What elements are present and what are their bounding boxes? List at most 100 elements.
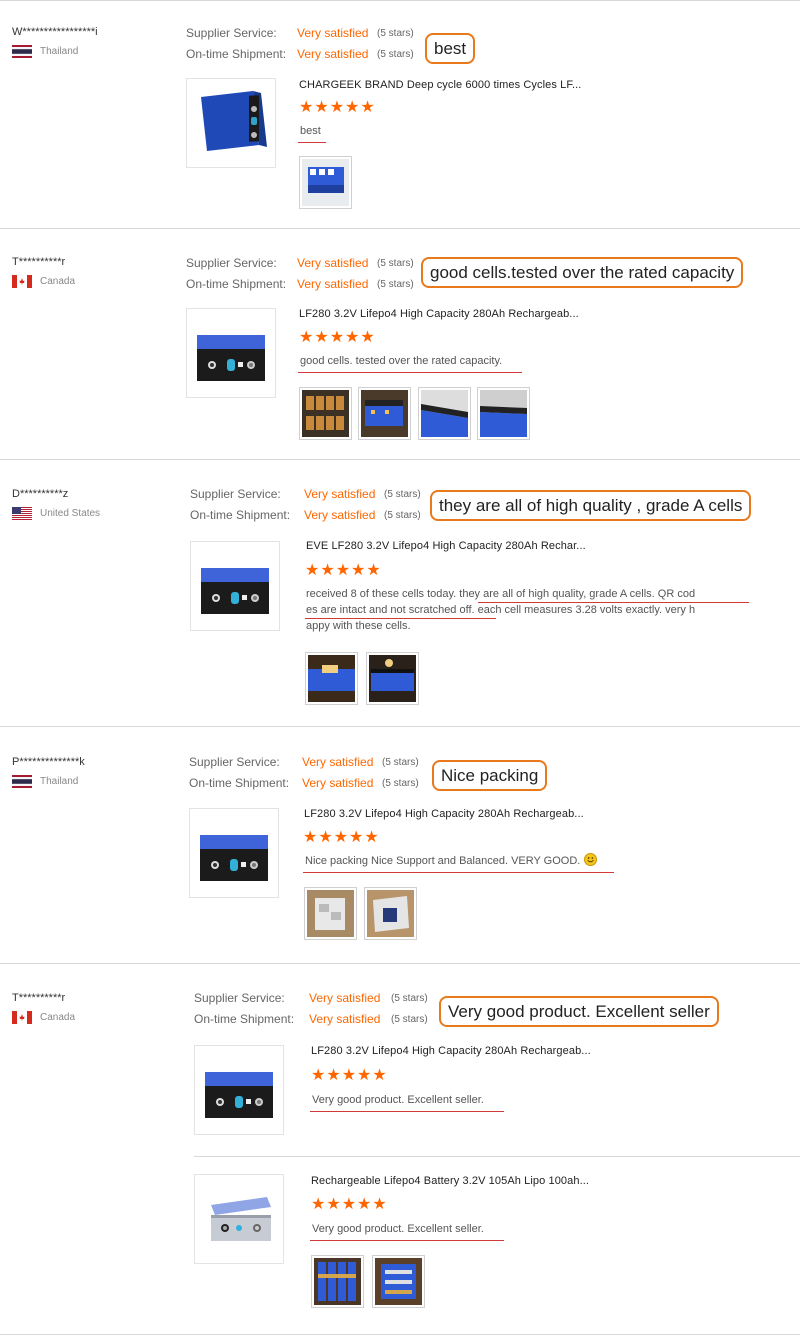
review-callout: they are all of high quality , grade A c…: [430, 490, 752, 521]
product-rating-stars: ★★★★★: [303, 829, 380, 846]
supplier-service-stars: (5 stars): [391, 993, 428, 1004]
ontime-shipment-stars: (5 stars): [382, 778, 419, 789]
product-thumbnail[interactable]: [189, 808, 279, 898]
service-ratings: Supplier Service: Very satisfied (5 stars)…: [190, 484, 421, 526]
reviewer-country: Thailand: [40, 46, 79, 57]
reviewer-name: D**********z: [12, 488, 69, 500]
product-thumbnail[interactable]: [194, 1174, 284, 1264]
review-photo[interactable]: [358, 387, 411, 440]
divider: [0, 726, 800, 727]
supplier-service-value: Very satisfied: [309, 991, 381, 1005]
comment-underline: [305, 618, 496, 619]
supplier-service-value: Very satisfied: [297, 256, 369, 270]
comment-underline: [298, 142, 326, 143]
ontime-shipment-value: Very satisfied: [309, 1012, 381, 1026]
reviewer-country: United States: [40, 508, 101, 519]
product-title[interactable]: LF280 3.2V Lifepo4 High Capacity 280Ah R…: [311, 1045, 591, 1057]
reviewer-info: D**********z United States: [12, 488, 100, 520]
reviewer-name: W*****************i: [12, 26, 98, 38]
reviewer-info: T**********r Canada: [12, 256, 75, 288]
usa-flag-icon: [12, 507, 32, 520]
ontime-shipment-label: On-time Shipment:: [190, 508, 291, 522]
review-photo[interactable]: [477, 387, 530, 440]
thailand-flag-icon: [12, 775, 32, 788]
review-photo[interactable]: [299, 387, 352, 440]
reviewer-info: W*****************i Thailand: [12, 26, 98, 58]
service-ratings: Supplier Service: Very satisfied (5 stars)…: [186, 23, 414, 65]
supplier-service-label: Supplier Service:: [190, 487, 281, 501]
review-comment: good cells. tested over the rated capaci…: [300, 355, 503, 367]
comment-underline: [478, 602, 749, 603]
supplier-service-stars: (5 stars): [384, 489, 421, 500]
ontime-shipment-value: Very satisfied: [302, 776, 374, 790]
ontime-shipment-value: Very satisfied: [297, 47, 369, 61]
ontime-shipment-label: On-time Shipment:: [186, 277, 287, 291]
product-title[interactable]: Rechargeable Lifepo4 Battery 3.2V 105Ah …: [311, 1175, 589, 1187]
supplier-service-value: Very satisfied: [302, 755, 374, 769]
product-thumbnail[interactable]: [190, 541, 280, 631]
review-photo[interactable]: [305, 652, 358, 705]
review-comment: Nice packing Nice Support and Balanced. …: [305, 853, 598, 869]
review-comment: Very good product. Excellent seller.: [312, 1094, 484, 1106]
review-photo[interactable]: [418, 387, 471, 440]
product-title[interactable]: CHARGEEK BRAND Deep cycle 6000 times Cyc…: [299, 79, 581, 91]
reviewer-name: T**********r: [12, 992, 66, 1004]
reviewer-name: T**********r: [12, 256, 66, 268]
comment-underline: [298, 372, 522, 373]
review-photo[interactable]: [311, 1255, 364, 1308]
product-divider: [194, 1156, 800, 1157]
ontime-shipment-label: On-time Shipment:: [194, 1012, 295, 1026]
ontime-shipment-label: On-time Shipment:: [189, 776, 290, 790]
product-rating-stars: ★★★★★: [305, 562, 382, 579]
comment-underline: [310, 1240, 504, 1241]
review-callout: Nice packing: [432, 760, 548, 791]
canada-flag-icon: [12, 1011, 32, 1024]
review-callout: good cells.tested over the rated capacit…: [421, 257, 744, 288]
review-photo[interactable]: [366, 652, 419, 705]
ontime-shipment-stars: (5 stars): [384, 510, 421, 521]
review-comment: Very good product. Excellent seller.: [312, 1223, 484, 1235]
ontime-shipment-stars: (5 stars): [377, 279, 414, 290]
review-photo[interactable]: [299, 156, 352, 209]
ontime-shipment-value: Very satisfied: [304, 508, 376, 522]
ontime-shipment-label: On-time Shipment:: [186, 47, 287, 61]
ontime-shipment-stars: (5 stars): [391, 1014, 428, 1025]
service-ratings: Supplier Service: Very satisfied (5 stars)…: [189, 752, 419, 794]
supplier-service-stars: (5 stars): [377, 28, 414, 39]
reviewer-country: Canada: [40, 1012, 76, 1023]
supplier-service-stars: (5 stars): [382, 757, 419, 768]
divider: [0, 0, 800, 1]
review-callout: Very good product. Excellent seller: [439, 996, 719, 1027]
divider: [0, 1334, 800, 1335]
canada-flag-icon: [12, 275, 32, 288]
supplier-service-label: Supplier Service:: [186, 256, 277, 270]
product-title[interactable]: EVE LF280 3.2V Lifepo4 High Capacity 280…: [306, 540, 586, 552]
supplier-service-value: Very satisfied: [297, 26, 369, 40]
product-title[interactable]: LF280 3.2V Lifepo4 High Capacity 280Ah R…: [304, 808, 584, 820]
reviewer-country: Thailand: [40, 776, 79, 787]
product-rating-stars: ★★★★★: [311, 1067, 388, 1084]
divider: [0, 459, 800, 460]
review-photo[interactable]: [372, 1255, 425, 1308]
product-thumbnail[interactable]: [186, 78, 276, 168]
reviewer-info: T**********r Canada: [12, 992, 75, 1024]
ontime-shipment-stars: (5 stars): [377, 49, 414, 60]
divider: [0, 963, 800, 964]
comment-underline: [310, 1111, 504, 1112]
review-callout: best: [425, 33, 476, 64]
divider: [0, 228, 800, 229]
thailand-flag-icon: [12, 45, 32, 58]
product-rating-stars: ★★★★★: [311, 1196, 388, 1213]
reviewer-name: P**************k: [12, 756, 85, 768]
product-thumbnail[interactable]: [194, 1045, 284, 1135]
supplier-service-label: Supplier Service:: [194, 991, 285, 1005]
supplier-service-stars: (5 stars): [377, 258, 414, 269]
product-thumbnail[interactable]: [186, 308, 276, 398]
review-comment: received 8 of these cells today. they ar…: [306, 588, 696, 632]
product-title[interactable]: LF280 3.2V Lifepo4 High Capacity 280Ah R…: [299, 308, 579, 320]
review-photo[interactable]: [304, 887, 357, 940]
review-photo[interactable]: [364, 887, 417, 940]
reviewer-info: P**************k Thailand: [12, 756, 85, 788]
ontime-shipment-value: Very satisfied: [297, 277, 369, 291]
comment-underline: [303, 872, 614, 873]
